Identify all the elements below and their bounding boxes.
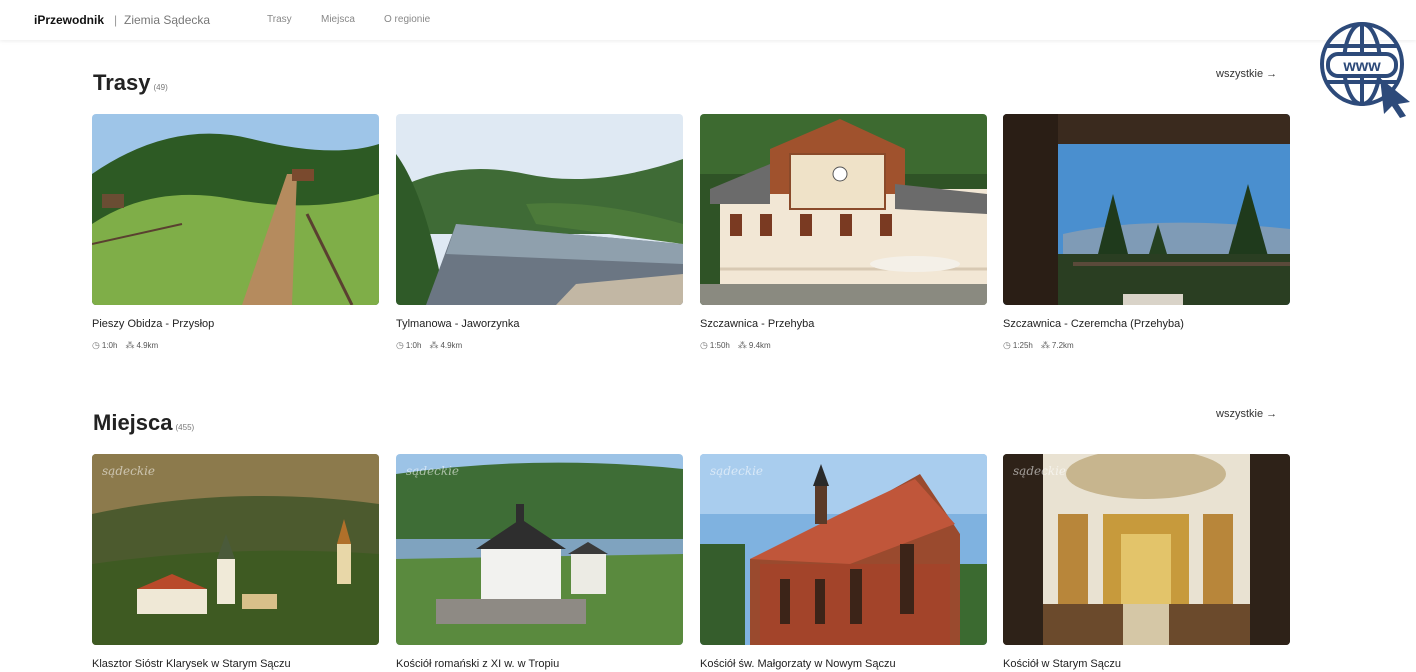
route-distance: 4.9km [136, 341, 159, 350]
region-name: Ziemia Sądecka [124, 13, 211, 27]
route-meta: ◷ 1:50h ⁂ 9.4km [700, 340, 987, 351]
clock-icon: ◷ [92, 340, 100, 350]
trasy-count: (49) [153, 83, 168, 92]
miejsca-count: (455) [175, 423, 195, 432]
route-meta: ◷ 1:0h ⁂ 4.9km [396, 340, 683, 351]
nav-trasy[interactable]: Trasy [267, 14, 292, 25]
brand-separator: | [114, 13, 118, 27]
place-card[interactable]: sądeckie Kościół romański z XI w. w Trop… [396, 454, 683, 670]
section-title-trasy: Trasy (49) [93, 70, 168, 96]
route-time: 1:0h [101, 341, 118, 350]
place-card[interactable]: sądeckie Kościół w Starym Sączu [1003, 454, 1290, 670]
trasy-title-text: Trasy [93, 70, 151, 95]
route-meta: ◷ 1:0h ⁂ 4.9km [92, 340, 379, 351]
route-card[interactable]: Szczawnica - Czeremcha (Przehyba) ◷ 1:25h… [1003, 114, 1290, 351]
route-distance: 9.4km [748, 341, 771, 350]
route-distance: 7.2km [1051, 341, 1074, 350]
route-card[interactable]: Szczawnica - Przehyba ◷ 1:50h ⁂ 9.4km [700, 114, 987, 351]
miejsca-title-text: Miejsca [93, 410, 173, 435]
place-thumbnail: sądeckie [396, 454, 683, 645]
thumbnail-watermark: sądeckie [710, 464, 764, 478]
place-thumbnail: sądeckie [1003, 454, 1290, 645]
place-card[interactable]: sądeckie Klasztor Sióstr Klarysek w Star… [92, 454, 379, 670]
trasy-all-link[interactable]: wszystkie → [1216, 68, 1277, 80]
brand-logo[interactable]: iPrzewodnik [34, 13, 104, 27]
route-thumbnail [396, 114, 683, 305]
route-thumbnail [92, 114, 379, 305]
route-card[interactable]: Pieszy Obidza - Przysłop ◷ 1:0h ⁂ 4.9km [92, 114, 379, 351]
top-navbar: iPrzewodnik | Ziemia Sądecka Trasy Miejs… [0, 0, 1416, 40]
route-card[interactable]: Tylmanowa - Jaworzynka ◷ 1:0h ⁂ 4.9km [396, 114, 683, 351]
place-thumbnail: sądeckie [700, 454, 987, 645]
route-title: Tylmanowa - Jaworzynka [396, 318, 520, 330]
route-meta: ◷ 1:25h ⁂ 7.2km [1003, 340, 1290, 351]
www-globe-icon: www [1318, 18, 1414, 118]
clock-icon: ◷ [700, 340, 708, 350]
place-title: Kościół w Starym Sączu [1003, 658, 1121, 670]
route-time: 1:0h [405, 341, 422, 350]
route-thumbnail [700, 114, 987, 305]
place-title: Kościół romański z XI w. w Tropiu [396, 658, 560, 670]
thumbnail-watermark: sądeckie [102, 464, 156, 478]
clock-icon: ◷ [1003, 340, 1011, 350]
place-title: Kościół św. Małgorzaty w Nowym Sączu [700, 658, 896, 670]
nav-o-regionie[interactable]: O regionie [384, 14, 430, 25]
footsteps-icon: ⁂ [429, 340, 439, 350]
route-distance: 4.9km [440, 341, 463, 350]
route-time: 1:50h [709, 341, 730, 350]
www-badge-label: www [1342, 58, 1381, 75]
place-card[interactable]: sądeckie Kościół św. Małgorzaty w Nowym … [700, 454, 987, 670]
thumbnail-watermark: sądeckie [406, 464, 460, 478]
footsteps-icon: ⁂ [737, 340, 747, 350]
nav-miejsca[interactable]: Miejsca [321, 14, 355, 25]
place-title: Klasztor Sióstr Klarysek w Starym Sączu [92, 658, 291, 670]
footsteps-icon: ⁂ [1040, 340, 1050, 350]
route-title: Szczawnica - Przehyba [700, 318, 815, 330]
route-thumbnail [1003, 114, 1290, 305]
miejsca-all-link[interactable]: wszystkie → [1216, 408, 1277, 420]
place-thumbnail: sądeckie [92, 454, 379, 645]
route-time: 1:25h [1012, 341, 1033, 350]
clock-icon: ◷ [396, 340, 404, 350]
section-title-miejsca: Miejsca (455) [93, 410, 194, 436]
footsteps-icon: ⁂ [125, 340, 135, 350]
route-title: Pieszy Obidza - Przysłop [92, 318, 215, 330]
route-title: Szczawnica - Czeremcha (Przehyba) [1003, 318, 1184, 330]
thumbnail-watermark: sądeckie [1013, 464, 1067, 478]
